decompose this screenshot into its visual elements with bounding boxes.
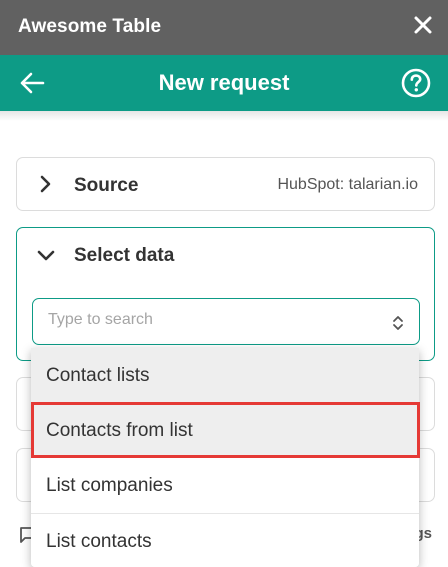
- search-input[interactable]: [48, 311, 368, 329]
- select-data-section: Select data: [16, 227, 435, 361]
- dropdown-menu: Contact lists Contacts from list List co…: [31, 348, 419, 567]
- help-circle-icon[interactable]: [401, 68, 431, 98]
- dropdown-item-list-companies[interactable]: List companies: [31, 458, 419, 513]
- header-shadow: [0, 111, 448, 121]
- dropdown-item-contacts-from-list[interactable]: Contacts from list: [31, 403, 419, 458]
- dropdown-item-contact-lists[interactable]: Contact lists: [31, 348, 419, 403]
- source-label: Source: [74, 175, 139, 196]
- close-icon[interactable]: [412, 14, 434, 36]
- chevron-right-icon: [40, 175, 51, 193]
- select-data-label[interactable]: Select data: [74, 245, 174, 267]
- search-field[interactable]: [32, 298, 420, 345]
- chevron-down-icon[interactable]: [37, 247, 55, 265]
- source-value: HubSpot: talarian.io: [277, 176, 418, 193]
- page-title: New request: [158, 70, 290, 95]
- window-titlebar: Awesome Table: [0, 0, 448, 55]
- dropdown-item-list-contacts[interactable]: List contacts: [31, 513, 419, 567]
- unfold-icon[interactable]: [391, 313, 405, 333]
- window-title: Awesome Table: [18, 16, 162, 37]
- app-header: New request: [0, 55, 448, 111]
- source-section[interactable]: Source HubSpot: talarian.io: [16, 157, 435, 211]
